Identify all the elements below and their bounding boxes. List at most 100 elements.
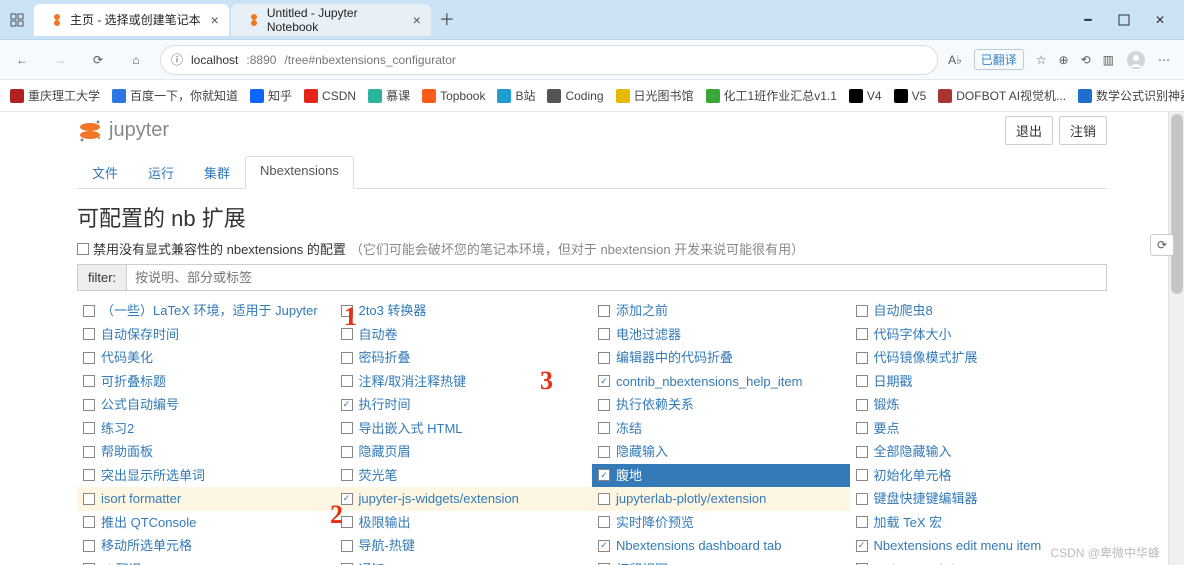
jupyter-logo[interactable]: jupyter	[77, 118, 169, 144]
extension-checkbox[interactable]	[83, 328, 95, 340]
split-icon[interactable]: ▥	[1103, 53, 1114, 67]
quit-button[interactable]: 注销	[1059, 116, 1107, 145]
browser-tab-1[interactable]: 主页 - 选择或创建笔记本 ×	[34, 4, 229, 36]
extension-checkbox[interactable]	[598, 516, 610, 528]
jupyter-tab-运行[interactable]: 运行	[133, 156, 189, 189]
menu-icon[interactable]: ⋯	[1158, 53, 1170, 67]
extension-checkbox[interactable]	[83, 446, 95, 458]
extension-checkbox[interactable]	[83, 305, 95, 317]
extension-checkbox[interactable]	[341, 446, 353, 458]
extension-item[interactable]: 练习2	[77, 417, 335, 441]
extension-item[interactable]: 自动卷	[335, 323, 593, 347]
compat-toggle-row[interactable]: 禁用没有显式兼容性的 nbextensions 的配置 （它们可能会破坏您的笔记…	[77, 239, 1107, 258]
extension-item[interactable]: 自动爬虫8	[850, 299, 1108, 323]
bookmark-item[interactable]: DOFBOT AI视觉机...	[938, 87, 1066, 104]
logout-button[interactable]: 退出	[1005, 116, 1053, 145]
close-icon[interactable]: ×	[413, 12, 421, 28]
new-tab-button[interactable]: ＋	[433, 4, 461, 32]
extension-item[interactable]: 打印视图	[592, 558, 850, 565]
bookmark-item[interactable]: 百度一下，你就知道	[112, 87, 238, 104]
home-button[interactable]: ⌂	[122, 46, 150, 74]
extension-item[interactable]: 冻结	[592, 417, 850, 441]
extension-item[interactable]: 极限输出	[335, 511, 593, 535]
refresh-extensions-button[interactable]: ⟳	[1150, 234, 1174, 256]
site-info-icon[interactable]: ⓘ	[171, 51, 183, 68]
extension-item[interactable]: 锻炼	[850, 393, 1108, 417]
extension-item[interactable]: 要点	[850, 417, 1108, 441]
extension-item[interactable]: contrib_nbextensions_help_item	[592, 370, 850, 394]
extension-checkbox[interactable]	[598, 328, 610, 340]
extension-item[interactable]: 突出显示所选单词	[77, 464, 335, 488]
extension-checkbox[interactable]	[598, 469, 610, 481]
extension-item[interactable]: 全部隐藏输入	[850, 440, 1108, 464]
extension-checkbox[interactable]	[856, 516, 868, 528]
jupyter-tab-集群[interactable]: 集群	[189, 156, 245, 189]
profile-icon[interactable]	[1126, 50, 1146, 70]
extension-checkbox[interactable]	[83, 399, 95, 411]
extension-item[interactable]: 代码镜像模式扩展	[850, 346, 1108, 370]
extension-checkbox[interactable]	[83, 540, 95, 552]
bookmark-item[interactable]: V5	[894, 89, 927, 103]
bookmark-item[interactable]: Topbook	[422, 89, 485, 103]
reader-icon[interactable]: A♭	[948, 53, 962, 67]
bookmark-item[interactable]: Coding	[547, 89, 603, 103]
extension-item[interactable]: 实时降价预览	[592, 511, 850, 535]
extension-item[interactable]: 键盘快捷键编辑器	[850, 487, 1108, 511]
extension-checkbox[interactable]	[856, 469, 868, 481]
maximize-icon[interactable]	[1116, 12, 1132, 28]
extension-item[interactable]: 导航-热键	[335, 534, 593, 558]
extension-item[interactable]: jupyterlab-plotly/extension	[592, 487, 850, 511]
extension-item[interactable]: 初始化单元格	[850, 464, 1108, 488]
extension-checkbox[interactable]	[341, 352, 353, 364]
extension-checkbox[interactable]	[83, 493, 95, 505]
extension-checkbox[interactable]	[341, 305, 353, 317]
extension-checkbox[interactable]	[341, 399, 353, 411]
browser-tab-2[interactable]: Untitled - Jupyter Notebook ×	[231, 4, 431, 36]
refresh-button[interactable]: ⟳	[84, 46, 112, 74]
extension-item[interactable]: 代码美化	[77, 346, 335, 370]
extension-item[interactable]: 导出嵌入式 HTML	[335, 417, 593, 441]
extension-item[interactable]: 移动所选单元格	[77, 534, 335, 558]
extension-checkbox[interactable]	[856, 493, 868, 505]
extension-checkbox[interactable]	[856, 328, 868, 340]
jupyter-tab-Nbextensions[interactable]: Nbextensions	[245, 156, 354, 189]
translate-indicator[interactable]: 已翻译	[974, 49, 1024, 70]
extension-checkbox[interactable]	[598, 540, 610, 552]
extension-checkbox[interactable]	[341, 422, 353, 434]
vertical-scrollbar[interactable]	[1168, 112, 1184, 565]
favorite-icon[interactable]: ☆	[1036, 53, 1047, 67]
extension-item[interactable]: 腹地	[592, 464, 850, 488]
extension-item[interactable]: 可折叠标题	[77, 370, 335, 394]
extension-checkbox[interactable]	[856, 446, 868, 458]
extension-item[interactable]: 代码字体大小	[850, 323, 1108, 347]
extension-checkbox[interactable]	[598, 399, 610, 411]
minimize-icon[interactable]: ━	[1080, 12, 1096, 28]
extension-item[interactable]: 公式自动编号	[77, 393, 335, 417]
extension-checkbox[interactable]	[341, 516, 353, 528]
extension-item[interactable]: （一些）LaTeX 环境，适用于 Jupyter	[77, 299, 335, 323]
forward-button[interactable]: →	[46, 46, 74, 74]
bookmark-item[interactable]: 重庆理工大学	[10, 87, 100, 104]
bookmark-item[interactable]: 知乎	[250, 87, 292, 104]
extension-item[interactable]: 日期戳	[850, 370, 1108, 394]
close-icon[interactable]: ×	[211, 12, 219, 28]
extension-checkbox[interactable]	[598, 446, 610, 458]
extension-checkbox[interactable]	[341, 540, 353, 552]
back-button[interactable]: ←	[8, 46, 36, 74]
close-window-icon[interactable]: ✕	[1152, 12, 1168, 28]
extension-checkbox[interactable]	[83, 422, 95, 434]
extension-item[interactable]: 电池过滤器	[592, 323, 850, 347]
jupyter-tab-文件[interactable]: 文件	[77, 156, 133, 189]
filter-input[interactable]	[127, 265, 1106, 290]
extension-checkbox[interactable]	[341, 328, 353, 340]
bookmark-item[interactable]: 化工1班作业汇总v1.1	[706, 87, 837, 104]
extension-checkbox[interactable]	[341, 469, 353, 481]
extension-item[interactable]: 编辑器中的代码折叠	[592, 346, 850, 370]
extension-checkbox[interactable]	[598, 422, 610, 434]
extension-checkbox[interactable]	[856, 422, 868, 434]
extension-checkbox[interactable]	[856, 352, 868, 364]
extension-item[interactable]: 执行时间	[335, 393, 593, 417]
extension-item[interactable]: 荧光笔	[335, 464, 593, 488]
extension-checkbox[interactable]	[856, 399, 868, 411]
extension-checkbox[interactable]	[856, 540, 868, 552]
